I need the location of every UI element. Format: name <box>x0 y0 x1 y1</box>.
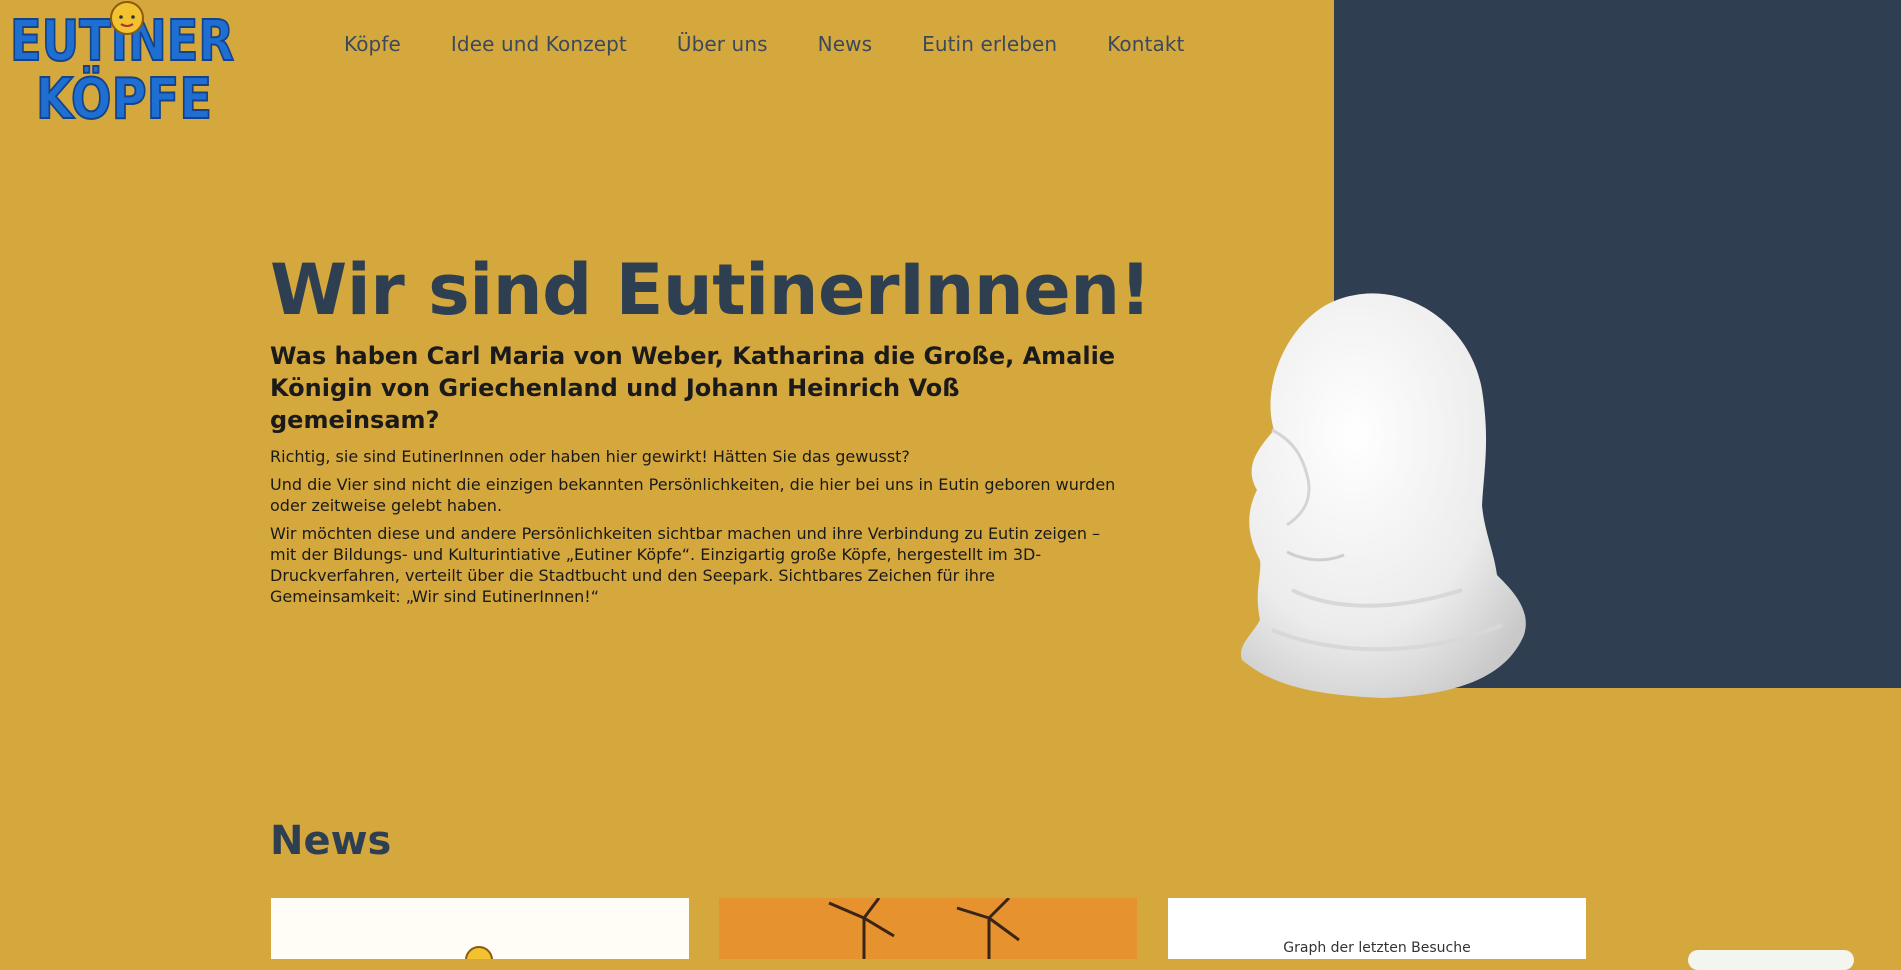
news-card-2[interactable] <box>719 898 1137 959</box>
nav-item-news[interactable]: News <box>818 32 872 56</box>
graph-title-text: Graph der letzten Besuche <box>1283 940 1471 956</box>
hero-section: Wir sind EutinerInnen! Was haben Carl Ma… <box>270 248 1151 607</box>
hero-subtitle: Was haben Carl Maria von Weber, Katharin… <box>270 342 1116 434</box>
wind-turbines-image <box>719 898 1137 959</box>
hero-paragraph-1: Richtig, sie sind EutinerInnen oder habe… <box>270 447 910 466</box>
news-section-title: News <box>270 818 392 864</box>
news-card-1[interactable] <box>271 898 689 959</box>
floating-widget-button[interactable] <box>1688 950 1854 970</box>
nav-item-ueber-uns[interactable]: Über uns <box>677 32 768 56</box>
site-logo[interactable]: EUTINER KÖPFE <box>8 0 238 126</box>
hero-paragraph-3: Wir möchten diese und andere Persönlichk… <box>270 524 1101 606</box>
logo-graphic: EUTINER KÖPFE <box>9 1 235 126</box>
logo-thumbnail-image <box>465 946 493 959</box>
logo-face-icon <box>110 1 144 35</box>
bust-sculpture-image <box>1232 290 1532 700</box>
logo-line-2: KÖPFE <box>36 67 212 126</box>
nav-item-eutin-erleben[interactable]: Eutin erleben <box>922 32 1057 56</box>
hero-title: Wir sind EutinerInnen! <box>270 249 1151 331</box>
hero-paragraph-2: Und die Vier sind nicht die einzigen bek… <box>270 475 1116 515</box>
nav-item-koepfe[interactable]: Köpfe <box>344 32 401 56</box>
news-card-3[interactable]: Graph der letzten Besuche <box>1168 898 1586 959</box>
main-navigation: Köpfe Idee und Konzept Über uns News Eut… <box>344 32 1234 56</box>
nav-item-idee-und-konzept[interactable]: Idee und Konzept <box>451 32 627 56</box>
nav-item-kontakt[interactable]: Kontakt <box>1107 32 1184 56</box>
